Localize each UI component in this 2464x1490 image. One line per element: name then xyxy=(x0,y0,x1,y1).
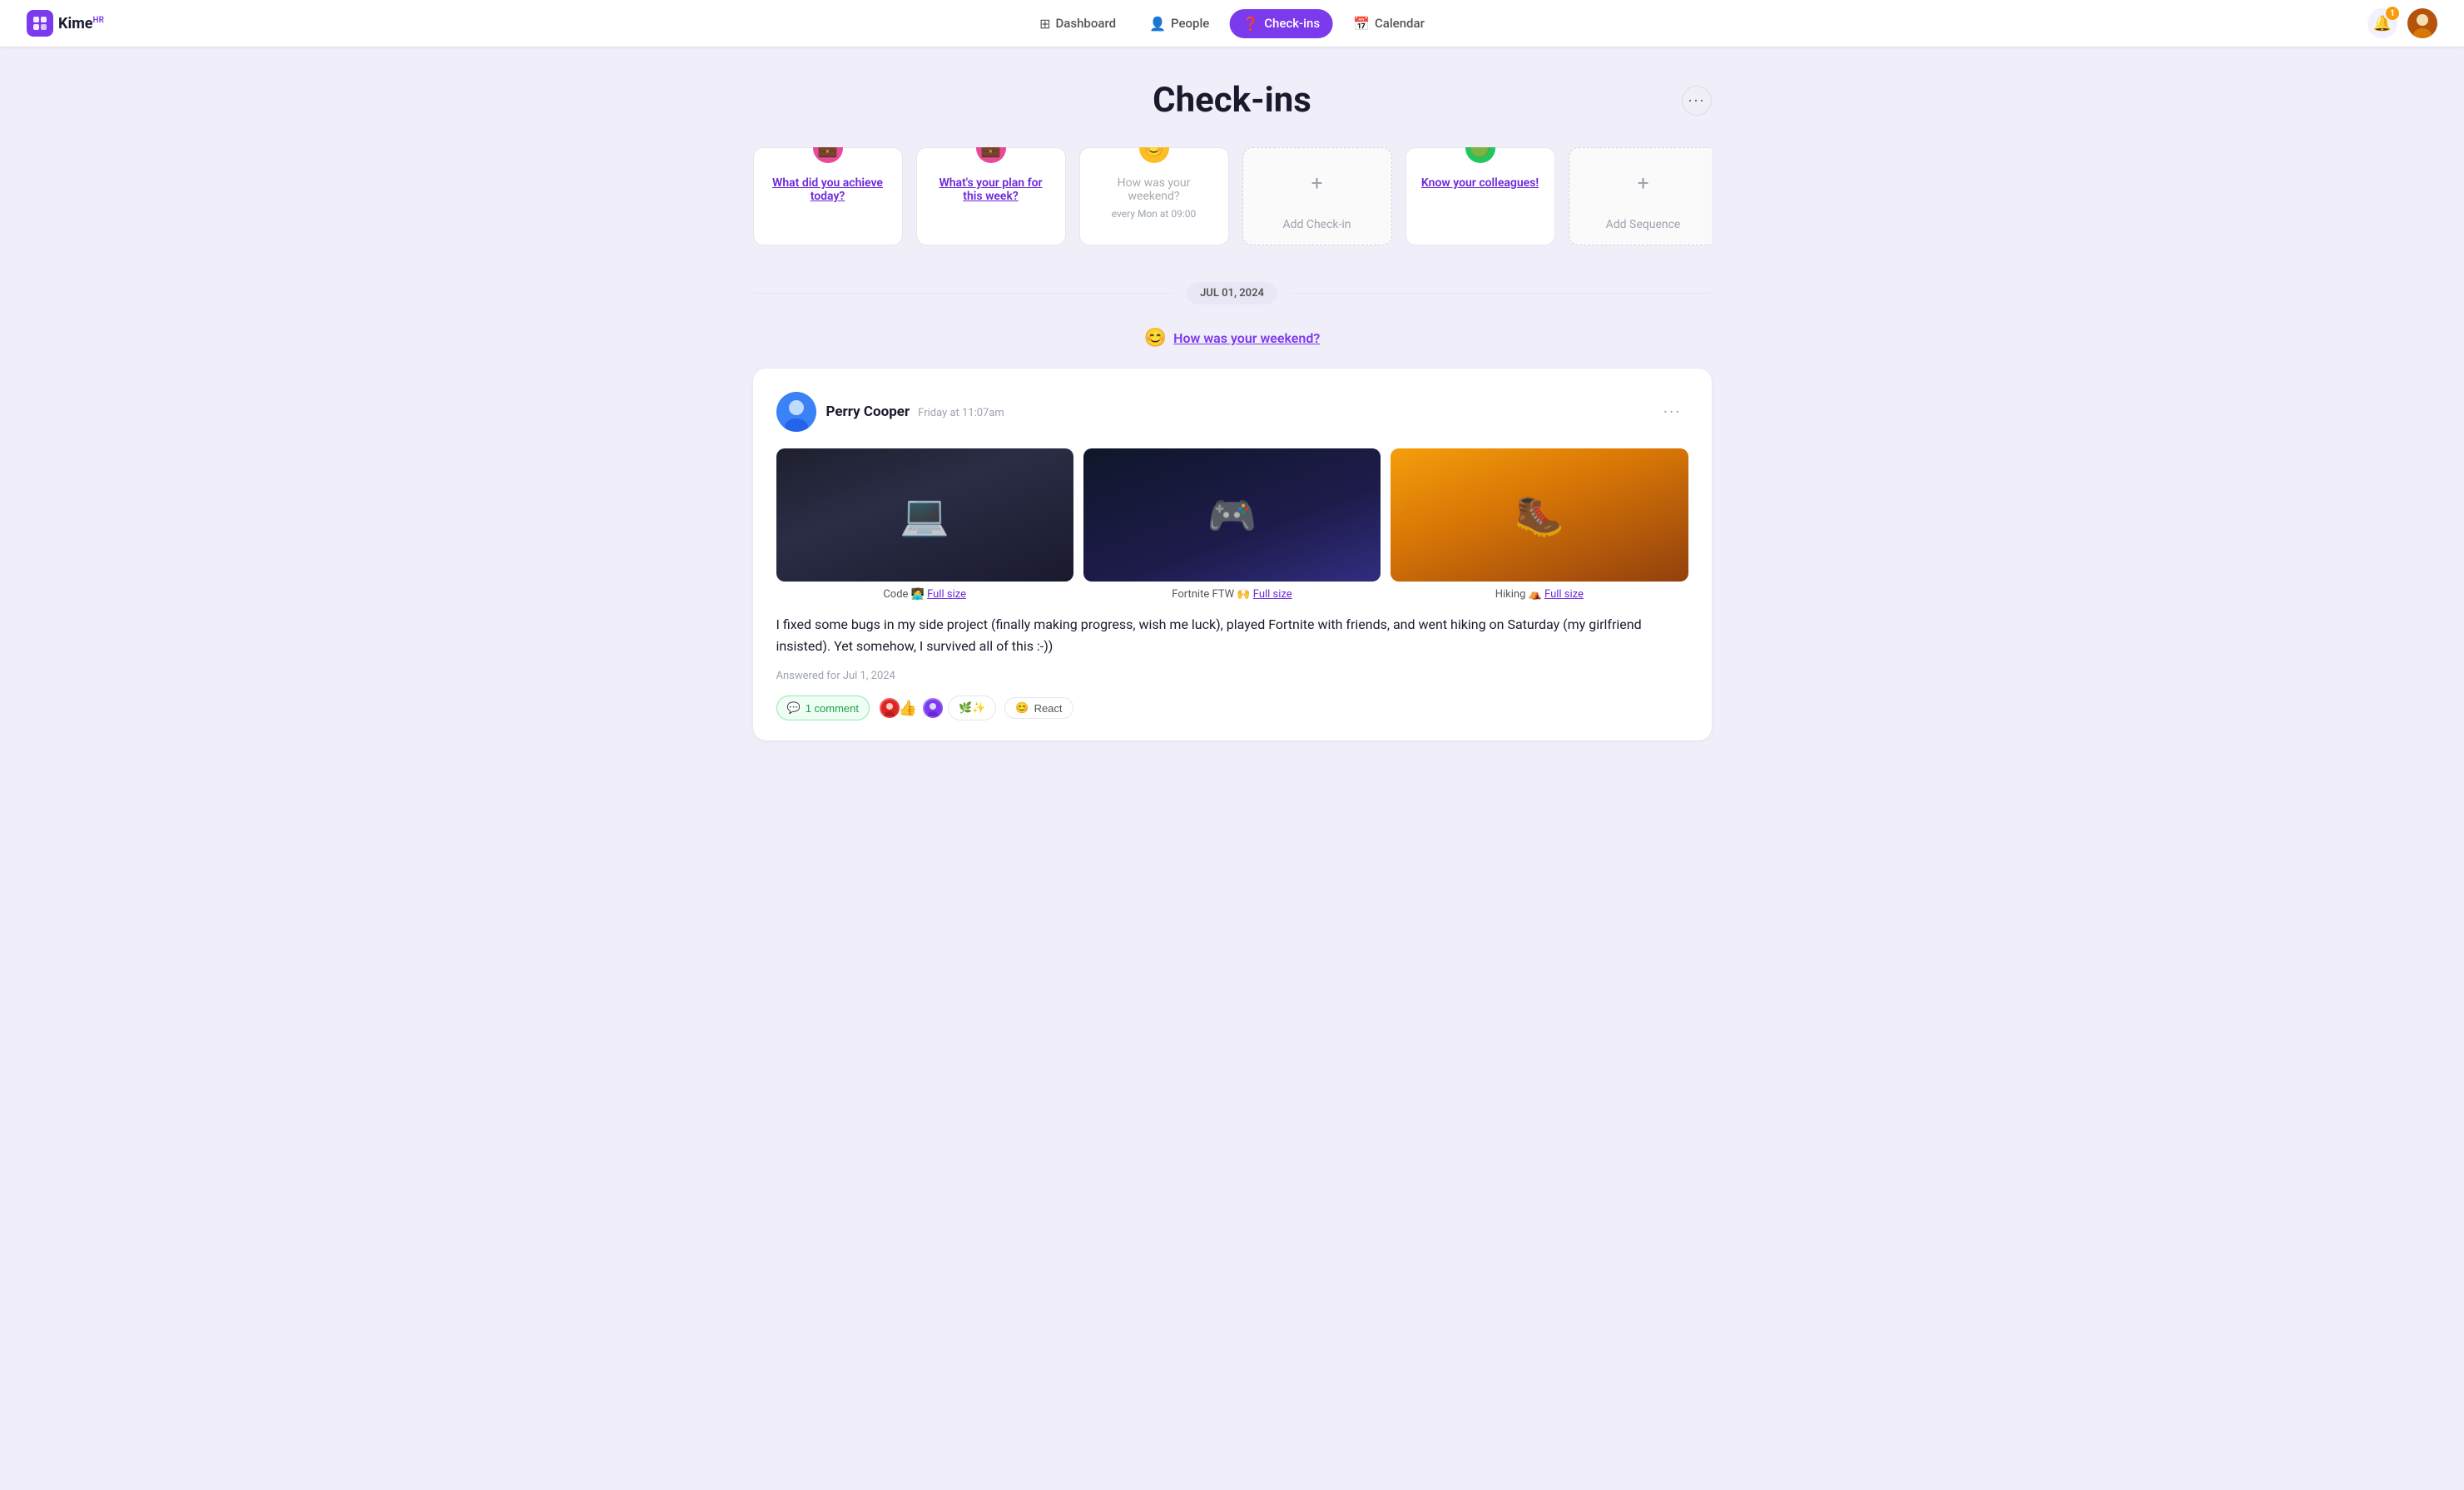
post-meta: Perry Cooper Friday at 11:07am xyxy=(826,403,1647,420)
card-icon-colleagues: 🟢 xyxy=(1465,147,1495,163)
date-divider: JUL 01, 2024 xyxy=(753,282,1712,304)
post-image-grid: Code 🧑‍💻 Full size Fortnite FTW 🙌 Full s… xyxy=(776,448,1688,601)
navbar: KimeHR ⊞ Dashboard 👤 People ❓ Check-ins … xyxy=(0,0,2464,47)
question-link-row: 😊 How was your weekend? xyxy=(753,328,1712,349)
card-icon-weekend: 😊 xyxy=(1139,147,1169,163)
add-sequence-plus-icon: + xyxy=(1638,171,1649,195)
reaction-avatars: 👍 xyxy=(878,696,939,720)
post-answered-for: Answered for Jul 1, 2024 xyxy=(776,670,1688,682)
people-icon: 👤 xyxy=(1149,16,1166,32)
nav-links: ⊞ Dashboard 👤 People ❓ Check-ins 📅 Calen… xyxy=(1026,9,1438,38)
checkins-icon: ❓ xyxy=(1242,16,1259,32)
nav-right: 🔔 1 xyxy=(2367,8,2437,38)
post-author-name: Perry Cooper xyxy=(826,403,910,420)
checkin-card-plan[interactable]: 💼 What's your plan for this week? xyxy=(916,147,1066,245)
image-hike-caption: Hiking ⛺ Full size xyxy=(1391,588,1688,601)
dashboard-icon: ⊞ xyxy=(1039,16,1050,32)
card-subtitle-weekend: every Mon at 09:00 xyxy=(1112,208,1196,220)
image-game-fullsize-link[interactable]: Full size xyxy=(1253,588,1292,601)
calendar-icon: 📅 xyxy=(1353,16,1370,32)
more-options-button[interactable]: ··· xyxy=(1682,86,1712,116)
card-title-colleagues: Know your colleagues! xyxy=(1421,176,1539,190)
image-hike-fullsize-link[interactable]: Full size xyxy=(1544,588,1584,601)
logo-icon xyxy=(27,10,53,37)
post-author-avatar xyxy=(776,392,816,432)
notification-button[interactable]: 🔔 1 xyxy=(2367,8,2397,38)
reaction-avatar-2 xyxy=(921,696,944,720)
nav-checkins[interactable]: ❓ Check-ins xyxy=(1229,9,1333,38)
image-hike[interactable] xyxy=(1391,448,1688,582)
react-emoji: 😊 xyxy=(1015,701,1029,715)
checkin-cards-row: 💼 What did you achieve today? 💼 What's y… xyxy=(753,147,1712,249)
question-link[interactable]: How was your weekend? xyxy=(1173,330,1320,346)
post-header: Perry Cooper Friday at 11:07am ··· xyxy=(776,392,1688,432)
checkin-card-achieve[interactable]: 💼 What did you achieve today? xyxy=(753,147,903,245)
add-sequence-label: Add Sequence xyxy=(1606,218,1681,231)
nav-dashboard[interactable]: ⊞ Dashboard xyxy=(1026,9,1129,38)
post-body: I fixed some bugs in my side project (fi… xyxy=(776,614,1688,656)
post-more-button[interactable]: ··· xyxy=(1657,398,1688,425)
image-game-caption: Fortnite FTW 🙌 Full size xyxy=(1083,588,1381,601)
post-time: Friday at 11:07am xyxy=(918,407,1004,419)
checkin-card-add-sequence[interactable]: + Add Sequence xyxy=(1569,147,1712,245)
card-title-plan: What's your plan for this week? xyxy=(930,176,1052,203)
question-emoji: 😊 xyxy=(1144,328,1167,349)
card-title-achieve: What did you achieve today? xyxy=(767,176,889,203)
checkin-card-colleagues[interactable]: 🟢 Know your colleagues! xyxy=(1406,147,1555,245)
logo-text: KimeHR xyxy=(58,15,104,32)
card-icon-plan: 💼 xyxy=(976,147,1006,163)
add-checkin-plus-icon: + xyxy=(1311,171,1323,195)
image-code[interactable] xyxy=(776,448,1073,582)
react-button[interactable]: 😊 React xyxy=(1004,697,1073,719)
image-cell-code: Code 🧑‍💻 Full size xyxy=(776,448,1073,601)
checkin-card-weekend[interactable]: 😊 How was your weekend? every Mon at 09:… xyxy=(1079,147,1229,245)
nav-calendar[interactable]: 📅 Calendar xyxy=(1340,9,1438,38)
card-icon-achieve: 💼 xyxy=(813,147,843,163)
add-checkin-label: Add Check-in xyxy=(1282,218,1351,231)
reaction-emoji-thumbs: 👍 xyxy=(896,696,920,720)
nav-people[interactable]: 👤 People xyxy=(1136,9,1222,38)
date-badge: JUL 01, 2024 xyxy=(1187,282,1277,304)
leaf-emoji-reaction[interactable]: 🌿✨ xyxy=(948,695,996,720)
image-cell-game: Fortnite FTW 🙌 Full size xyxy=(1083,448,1381,601)
leaf-emoji: 🌿✨ xyxy=(959,701,985,715)
image-game[interactable] xyxy=(1083,448,1381,582)
post-card: Perry Cooper Friday at 11:07am ··· Code … xyxy=(753,369,1712,740)
image-cell-hike: Hiking ⛺ Full size xyxy=(1391,448,1688,601)
comment-button[interactable]: 💬 1 comment xyxy=(776,695,870,720)
image-code-caption: Code 🧑‍💻 Full size xyxy=(776,588,1073,601)
logo[interactable]: KimeHR xyxy=(27,10,104,37)
comment-icon: 💬 xyxy=(787,701,801,715)
main-content: Check-ins ··· 💼 What did you achieve tod… xyxy=(733,47,1732,787)
react-label: React xyxy=(1034,702,1063,715)
post-reactions: 💬 1 comment 👍 xyxy=(776,695,1688,720)
user-avatar[interactable] xyxy=(2407,8,2437,38)
page-header: Check-ins ··· xyxy=(753,80,1712,121)
page-title: Check-ins xyxy=(1153,80,1311,121)
image-code-fullsize-link[interactable]: Full size xyxy=(927,588,966,601)
card-title-weekend: How was your weekend? xyxy=(1093,176,1215,203)
checkin-card-add[interactable]: + Add Check-in xyxy=(1242,147,1392,245)
notification-badge: 1 xyxy=(2386,7,2399,20)
